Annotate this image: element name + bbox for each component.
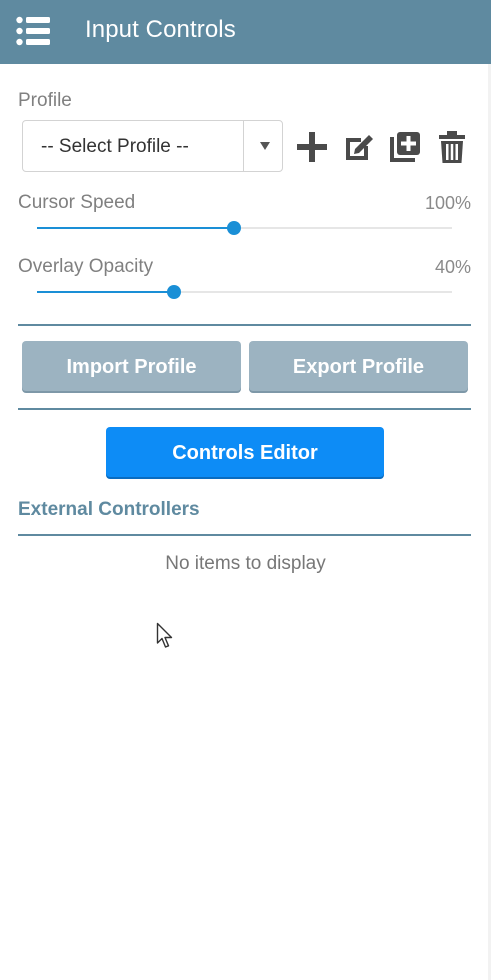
plus-icon bbox=[297, 132, 327, 162]
cursor-speed-value: 100% bbox=[424, 193, 471, 213]
app-header: Input Controls bbox=[0, 0, 491, 64]
profile-select[interactable]: -- Select Profile -- bbox=[22, 120, 283, 172]
slider-fill bbox=[37, 227, 234, 229]
trash-icon bbox=[439, 131, 465, 163]
controls-editor-button[interactable]: Controls Editor bbox=[106, 427, 384, 477]
import-profile-button[interactable]: Import Profile bbox=[22, 341, 241, 391]
profile-select-value: -- Select Profile -- bbox=[41, 136, 189, 157]
page-title: Input Controls bbox=[85, 16, 236, 43]
cursor-speed-slider[interactable] bbox=[37, 218, 452, 238]
duplicate-icon bbox=[390, 132, 420, 162]
external-controllers-title: External Controllers bbox=[18, 499, 200, 520]
cursor-speed-label: Cursor Speed bbox=[18, 192, 136, 213]
edit-profile-button[interactable] bbox=[343, 131, 375, 163]
menu-icon[interactable] bbox=[16, 16, 50, 46]
chevron-down-icon bbox=[260, 142, 270, 150]
select-divider bbox=[243, 121, 244, 171]
overlay-opacity-label: Overlay Opacity bbox=[18, 256, 154, 277]
duplicate-profile-button[interactable] bbox=[389, 131, 421, 163]
overlay-opacity-value: 40% bbox=[434, 257, 471, 277]
empty-list-message: No items to display bbox=[165, 553, 326, 574]
delete-profile-button[interactable] bbox=[438, 130, 466, 164]
profile-label: Profile bbox=[18, 90, 72, 111]
section-divider bbox=[18, 408, 471, 410]
slider-thumb[interactable] bbox=[227, 221, 241, 235]
slider-thumb[interactable] bbox=[167, 285, 181, 299]
overlay-opacity-slider[interactable] bbox=[37, 282, 452, 302]
slider-fill bbox=[37, 291, 174, 293]
export-profile-button[interactable]: Export Profile bbox=[249, 341, 468, 391]
section-divider bbox=[18, 324, 471, 326]
mouse-pointer-icon bbox=[156, 622, 173, 648]
add-profile-button[interactable] bbox=[296, 131, 328, 163]
edit-icon bbox=[346, 135, 373, 160]
external-controllers-divider bbox=[18, 534, 471, 536]
